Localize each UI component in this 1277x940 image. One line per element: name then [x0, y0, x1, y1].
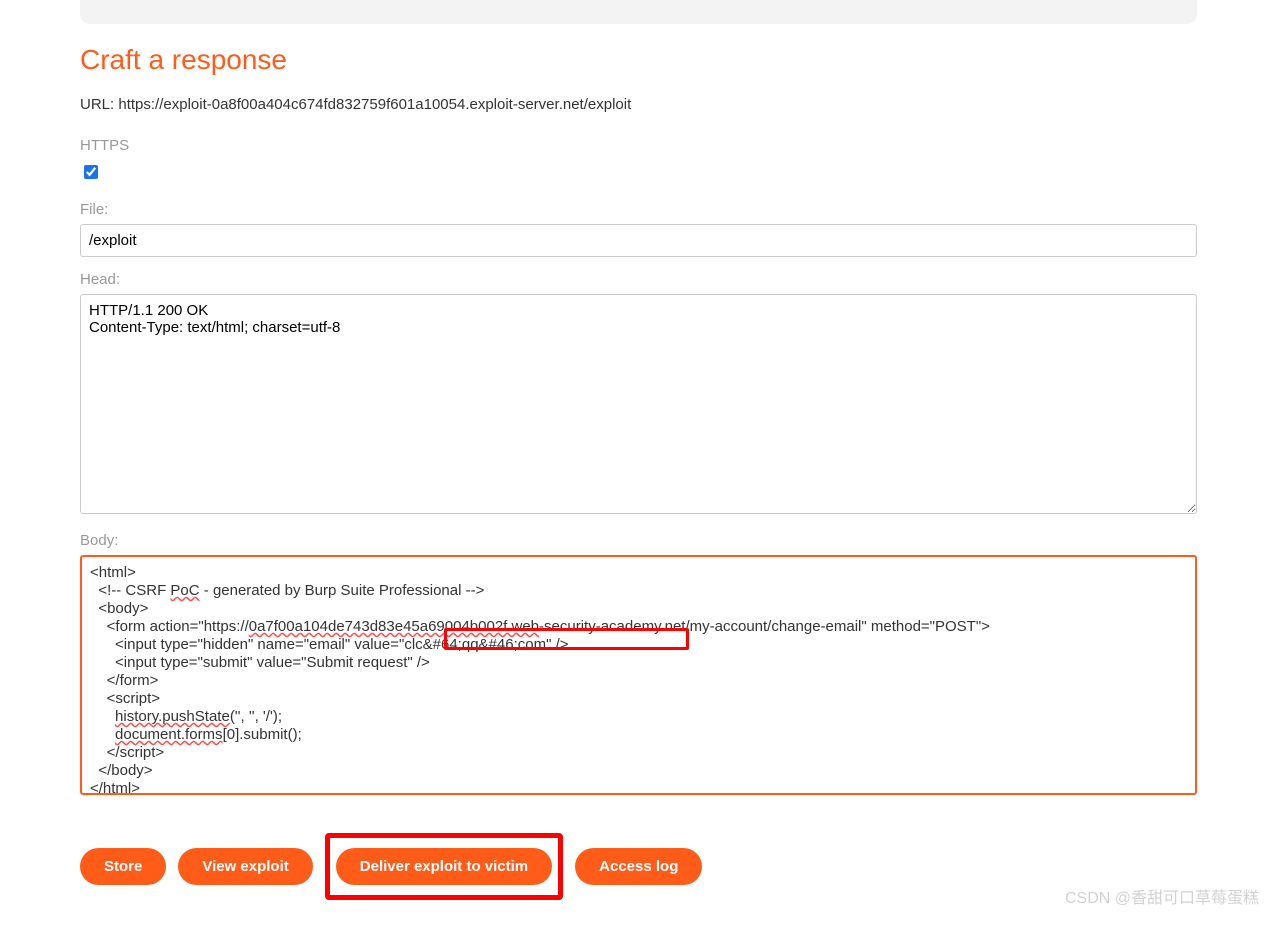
annotation-box-deliver: Deliver exploit to victim — [325, 833, 563, 900]
watermark: CSDN @香甜可口草莓蛋糕 — [1065, 884, 1259, 908]
view-exploit-button[interactable]: View exploit — [178, 848, 312, 885]
https-checkbox[interactable] — [84, 165, 98, 179]
file-label: File: — [80, 201, 1197, 218]
https-label: HTTPS — [80, 137, 1197, 154]
store-button[interactable]: Store — [80, 848, 166, 885]
file-input[interactable] — [80, 224, 1197, 257]
header-band — [80, 0, 1197, 24]
page-title: Craft a response — [80, 44, 1197, 76]
url-line: URL: https://exploit-0a8f00a404c674fd832… — [80, 96, 1197, 113]
head-textarea[interactable] — [80, 294, 1197, 514]
head-label: Head: — [80, 271, 1197, 288]
button-row: Store View exploit Deliver exploit to vi… — [80, 833, 1197, 900]
body-textarea[interactable]: <html> <!-- CSRF PoC - generated by Burp… — [80, 555, 1197, 795]
url-label: URL: — [80, 96, 114, 113]
url-value: https://exploit-0a8f00a404c674fd832759f6… — [118, 96, 631, 113]
body-label: Body: — [80, 532, 1197, 549]
access-log-button[interactable]: Access log — [575, 848, 702, 885]
deliver-exploit-button[interactable]: Deliver exploit to victim — [336, 848, 552, 885]
